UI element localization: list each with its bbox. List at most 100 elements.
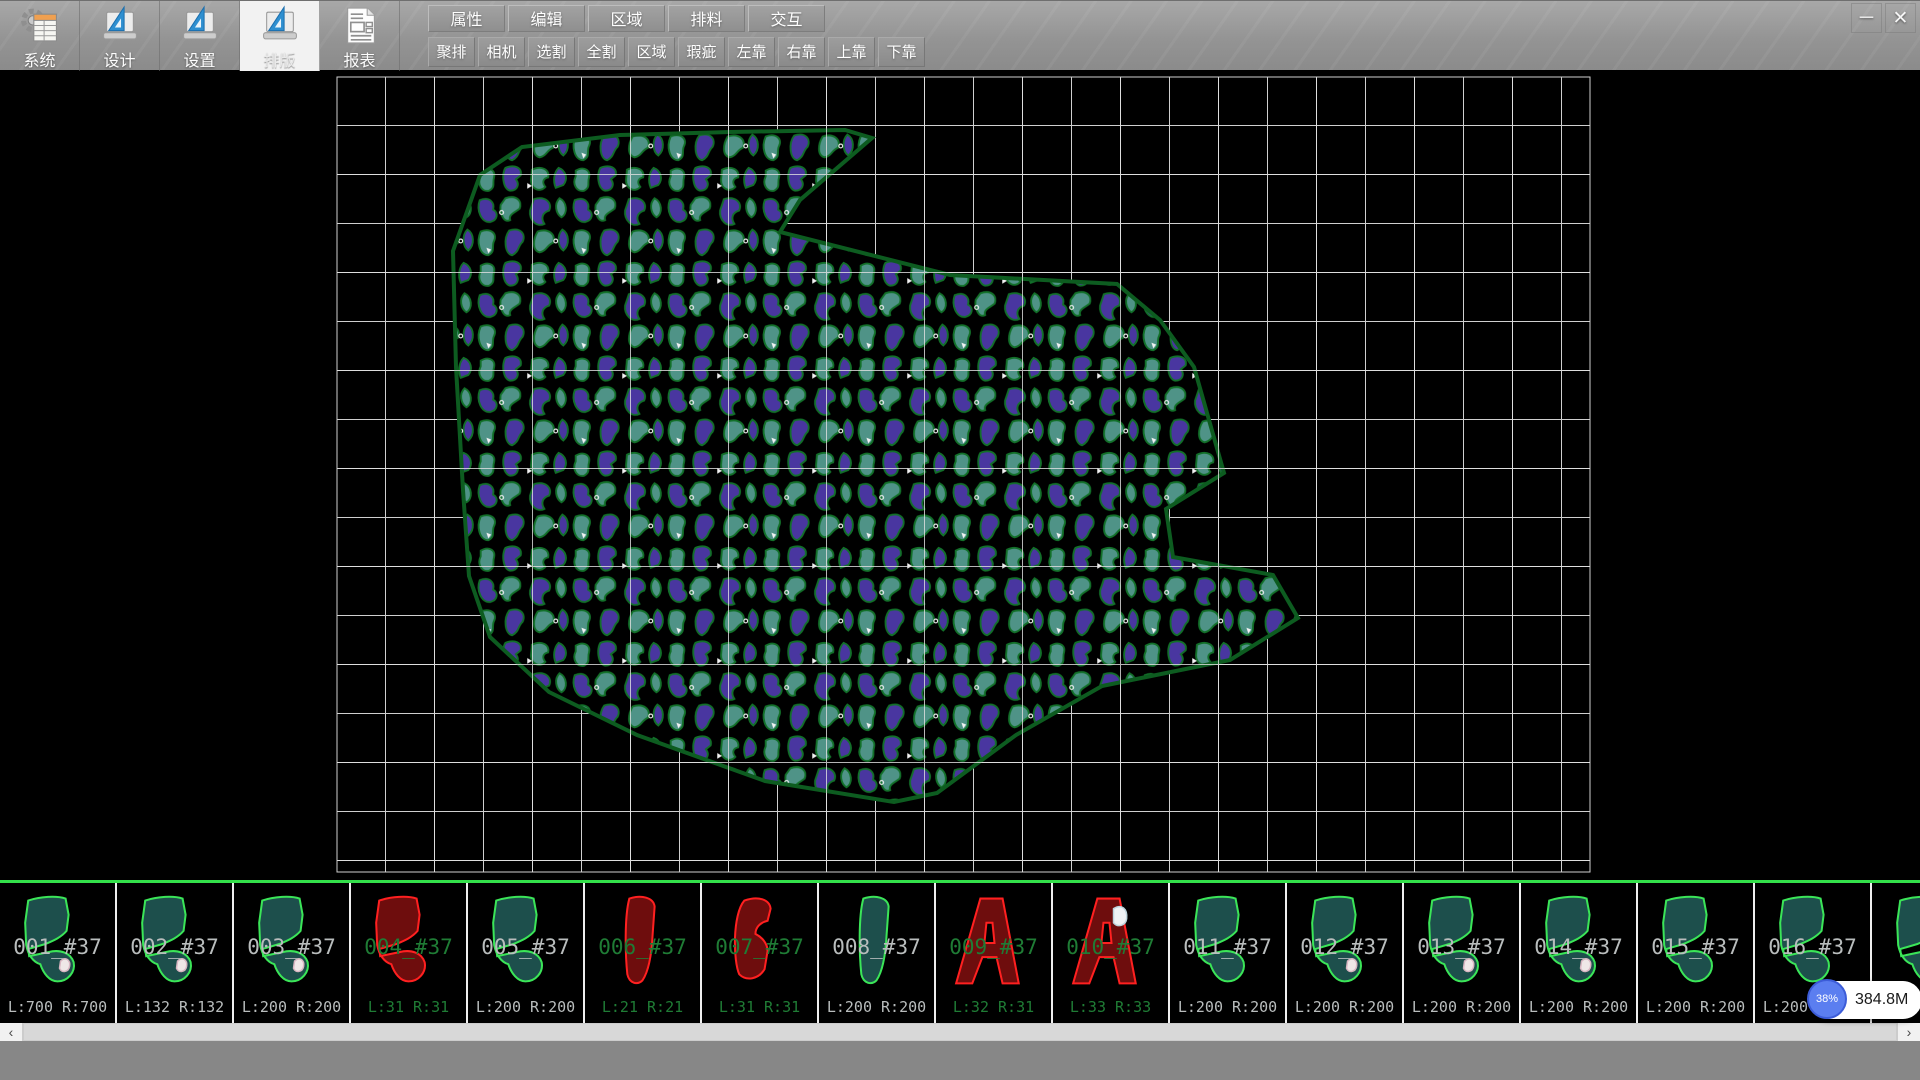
menu-button[interactable]: 交互 bbox=[748, 5, 825, 32]
nesting-canvas-svg bbox=[0, 70, 1920, 880]
piece-thumbnail[interactable]: 007_#37 L:31 R:31 bbox=[702, 883, 819, 1023]
tab-settings-label: 设置 bbox=[183, 47, 215, 71]
menu-row-1: 属性 编辑 区域 排料 交互 bbox=[428, 1, 928, 33]
piece-thumbnail[interactable]: 014_#37 L:200 R:200 bbox=[1521, 883, 1638, 1023]
piece-thumbnail[interactable]: 005_#37 L:200 R:200 bbox=[468, 883, 585, 1023]
menu-button[interactable]: 编辑 bbox=[508, 5, 585, 32]
piece-shape bbox=[593, 887, 694, 999]
piece-thumbnail[interactable]: 006_#37 L:21 R:21 bbox=[585, 883, 702, 1023]
scroll-left-arrow-icon[interactable]: ‹ bbox=[0, 1023, 22, 1041]
menu-button[interactable]: 上靠 bbox=[828, 37, 875, 67]
menu-button-label: 排料 bbox=[690, 6, 722, 30]
tab-system[interactable]: 系统 bbox=[0, 1, 80, 71]
piece-shape bbox=[944, 887, 1045, 999]
tab-system-label: 系统 bbox=[23, 47, 55, 71]
menu-rows: 属性 编辑 区域 排料 交互 bbox=[400, 1, 928, 70]
menu-button[interactable]: 选割 bbox=[528, 37, 575, 67]
nesting-canvas[interactable] bbox=[0, 70, 1920, 880]
menu-button[interactable]: 聚排 bbox=[428, 37, 475, 67]
menu-button-label: 编辑 bbox=[530, 6, 562, 30]
menu-button-label: 相机 bbox=[486, 41, 516, 62]
piece-lr-values: L:31 R:31 bbox=[351, 998, 466, 1016]
piece-thumbnail[interactable]: 008_#37 L:200 R:200 bbox=[819, 883, 936, 1023]
piece-lr-values: L:32 R:31 bbox=[936, 998, 1051, 1016]
tab-report[interactable]: 报表 bbox=[320, 1, 400, 71]
memory-amount: 384.8M bbox=[1847, 991, 1920, 1009]
piece-shape bbox=[1295, 887, 1396, 999]
menu-button-label: 聚排 bbox=[436, 41, 466, 62]
minimize-button[interactable]: ─ bbox=[1851, 3, 1882, 33]
tab-report-label: 报表 bbox=[343, 47, 375, 71]
menu-button-label: 上靠 bbox=[836, 41, 866, 62]
piece-lr-values: L:200 R:200 bbox=[1638, 998, 1753, 1016]
scrollbar-thumb[interactable] bbox=[24, 1024, 1896, 1040]
piece-shape bbox=[8, 887, 109, 999]
piece-thumbnail[interactable]: 012_#37 L:200 R:200 bbox=[1287, 883, 1404, 1023]
tab-nesting[interactable]: 排版 bbox=[240, 1, 320, 71]
menu-button[interactable]: 区域 bbox=[628, 37, 675, 67]
laptop-ruler-icon bbox=[179, 5, 221, 46]
piece-lr-values: L:200 R:200 bbox=[1404, 998, 1519, 1016]
piece-thumbnail[interactable]: 004_#37 L:31 R:31 bbox=[351, 883, 468, 1023]
piece-thumbnail[interactable]: 010_#37 L:33 R:33 bbox=[1053, 883, 1170, 1023]
piece-shape bbox=[1061, 887, 1162, 999]
tab-design[interactable]: 设计 bbox=[80, 1, 160, 71]
scroll-right-arrow-icon[interactable]: › bbox=[1898, 1023, 1920, 1041]
status-bar bbox=[0, 1041, 1920, 1080]
piece-lr-values: L:200 R:200 bbox=[1287, 998, 1402, 1016]
menu-button-label: 属性 bbox=[450, 6, 482, 30]
piece-thumbnail[interactable]: 009_#37 L:32 R:31 bbox=[936, 883, 1053, 1023]
piece-thumbnail-strip: 001_#37 L:700 R:700 002_#37 L:132 R:132 … bbox=[0, 880, 1920, 1023]
close-button[interactable]: ✕ bbox=[1885, 3, 1916, 33]
menu-button[interactable]: 下靠 bbox=[878, 37, 925, 67]
piece-thumbnail[interactable]: 002_#37 L:132 R:132 bbox=[117, 883, 234, 1023]
window-controls: ─ ✕ bbox=[1848, 3, 1916, 33]
piece-lr-values: L:200 R:200 bbox=[234, 998, 349, 1016]
laptop-ruler-icon bbox=[99, 5, 141, 46]
menu-button-label: 全割 bbox=[586, 41, 616, 62]
piece-thumbnail[interactable]: 011_#37 L:200 R:200 bbox=[1170, 883, 1287, 1023]
menu-button[interactable]: 全割 bbox=[578, 37, 625, 67]
memory-percent: 38% bbox=[1807, 979, 1847, 1019]
menu-button-label: 区域 bbox=[610, 6, 642, 30]
menu-button[interactable]: 左靠 bbox=[728, 37, 775, 67]
menu-button[interactable]: 排料 bbox=[668, 5, 745, 32]
piece-shape bbox=[476, 887, 577, 999]
tab-design-label: 设计 bbox=[103, 47, 135, 71]
menu-button-label: 瑕疵 bbox=[686, 41, 716, 62]
horizontal-scrollbar[interactable]: ‹ › bbox=[0, 1023, 1920, 1041]
piece-thumbnail[interactable]: 001_#37 L:700 R:700 bbox=[0, 883, 117, 1023]
menu-button[interactable]: 相机 bbox=[478, 37, 525, 67]
piece-lr-values: L:21 R:21 bbox=[585, 998, 700, 1016]
menu-button[interactable]: 右靠 bbox=[778, 37, 825, 67]
document-icon bbox=[339, 5, 381, 46]
menu-button[interactable]: 属性 bbox=[428, 5, 505, 32]
piece-lr-values: L:132 R:132 bbox=[117, 998, 232, 1016]
piece-shape bbox=[1178, 887, 1279, 999]
piece-lr-values: L:200 R:200 bbox=[1521, 998, 1636, 1016]
menu-button[interactable]: 瑕疵 bbox=[678, 37, 725, 67]
piece-thumbnail[interactable]: 013_#37 L:200 R:200 bbox=[1404, 883, 1521, 1023]
menu-button-label: 选割 bbox=[536, 41, 566, 62]
piece-shape bbox=[1412, 887, 1513, 999]
main-toolbar: 系统 设计 设置 排版 bbox=[0, 0, 1920, 70]
piece-thumbnail[interactable]: 015_#37 L:200 R:200 bbox=[1638, 883, 1755, 1023]
menu-button-label: 右靠 bbox=[786, 41, 816, 62]
memory-badge: 38% 384.8M bbox=[1810, 981, 1920, 1019]
piece-shape bbox=[242, 887, 343, 999]
piece-shape bbox=[827, 887, 928, 999]
menu-button-label: 下靠 bbox=[886, 41, 916, 62]
menu-button[interactable]: 区域 bbox=[588, 5, 665, 32]
piece-thumbnail[interactable]: 003_#37 L:200 R:200 bbox=[234, 883, 351, 1023]
piece-lr-values: L:200 R:200 bbox=[468, 998, 583, 1016]
tab-nesting-label: 排版 bbox=[263, 47, 295, 71]
menu-button-label: 交互 bbox=[770, 6, 802, 30]
piece-lr-values: L:31 R:31 bbox=[702, 998, 817, 1016]
piece-shape bbox=[1529, 887, 1630, 999]
piece-lr-values: L:200 R:200 bbox=[1170, 998, 1285, 1016]
piece-lr-values: L:200 R:200 bbox=[819, 998, 934, 1016]
piece-shape bbox=[125, 887, 226, 999]
tab-settings[interactable]: 设置 bbox=[160, 1, 240, 71]
piece-shape bbox=[1646, 887, 1747, 999]
menu-button-label: 区域 bbox=[636, 41, 666, 62]
